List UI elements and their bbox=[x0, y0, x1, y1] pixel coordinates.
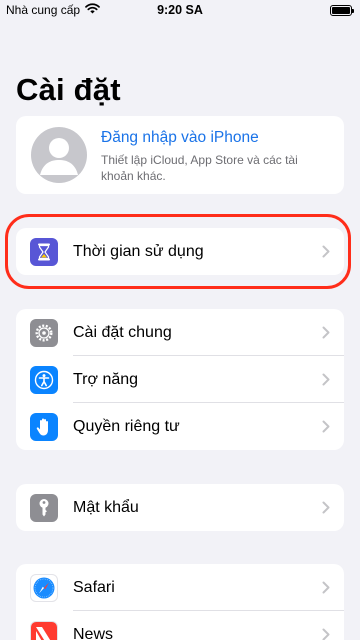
chevron-right-icon bbox=[322, 501, 330, 519]
battery-icon bbox=[330, 5, 354, 16]
hand-icon bbox=[30, 412, 58, 441]
news-icon bbox=[30, 620, 58, 640]
apps-group: Safari News bbox=[16, 564, 344, 640]
passwords-group: Mật khẩu bbox=[16, 484, 344, 531]
row-label: Safari bbox=[73, 578, 115, 596]
row-label: Mật khẩu bbox=[73, 498, 139, 516]
chevron-right-icon bbox=[322, 581, 330, 599]
status-time: 9:20 SA bbox=[157, 3, 203, 17]
settings-row-privacy[interactable]: Quyền riêng tư bbox=[16, 403, 344, 450]
row-label: Cài đặt chung bbox=[73, 323, 172, 341]
row-label: News bbox=[73, 625, 114, 640]
highlight-annotation bbox=[5, 214, 351, 289]
compass-icon bbox=[30, 573, 58, 602]
sign-in-card[interactable]: Đăng nhập vào iPhone Thiết lập iCloud, A… bbox=[16, 116, 344, 194]
row-label: Trợ năng bbox=[73, 370, 139, 388]
settings-row-safari[interactable]: Safari bbox=[16, 564, 344, 611]
chevron-right-icon bbox=[322, 628, 330, 640]
general-group: Cài đặt chung Trợ năng Quyền riêng tư bbox=[16, 309, 344, 450]
sign-in-title[interactable]: Đăng nhập vào iPhone bbox=[101, 129, 259, 147]
chevron-right-icon bbox=[322, 373, 330, 391]
status-bar: Nhà cung cấp 9:20 SA bbox=[0, 0, 360, 22]
key-icon bbox=[30, 493, 58, 522]
chevron-right-icon bbox=[322, 420, 330, 438]
chevron-right-icon bbox=[322, 326, 330, 344]
settings-row-accessibility[interactable]: Trợ năng bbox=[16, 356, 344, 403]
row-label: Quyền riêng tư bbox=[73, 417, 180, 435]
page-title: Cài đặt bbox=[16, 72, 121, 107]
settings-row-news[interactable]: News bbox=[16, 611, 344, 640]
accessibility-icon bbox=[30, 365, 58, 394]
gear-icon bbox=[30, 318, 58, 347]
sign-in-subtitle: Thiết lập iCloud, App Store và các tài k… bbox=[101, 153, 298, 183]
settings-row-passwords[interactable]: Mật khẩu bbox=[16, 484, 344, 531]
settings-row-general[interactable]: Cài đặt chung bbox=[16, 309, 344, 356]
avatar bbox=[31, 127, 87, 183]
